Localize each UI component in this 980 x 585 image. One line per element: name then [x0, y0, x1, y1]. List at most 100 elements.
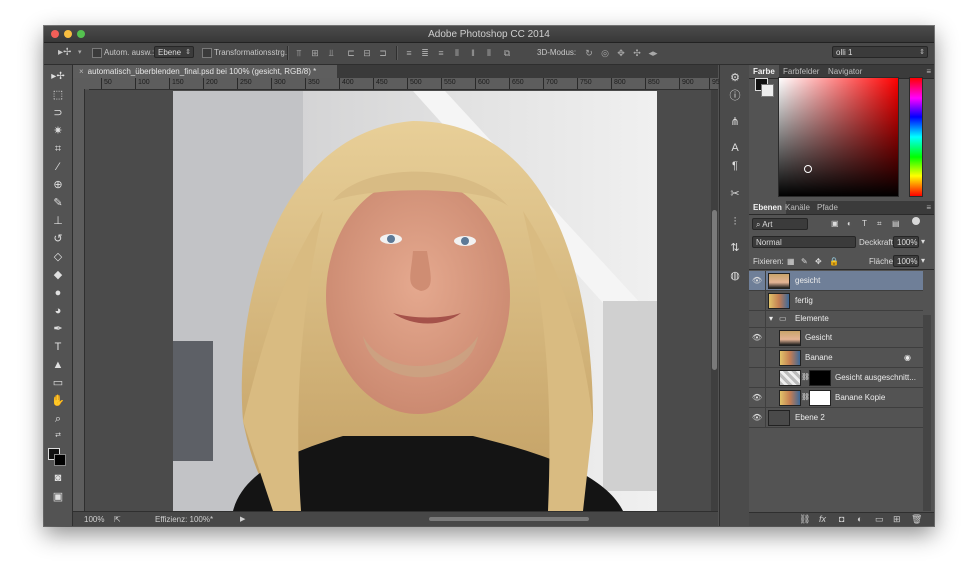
pen-tool-icon[interactable]: ✒ [48, 321, 68, 337]
move-tool-icon[interactable]: ▸✢ [48, 69, 68, 85]
horizontal-scroll-thumb[interactable] [429, 517, 589, 521]
align-hcenter-icon[interactable]: ⊟ [360, 47, 374, 59]
visibility-toggle[interactable] [749, 291, 766, 310]
3d-roll-icon[interactable]: ◎ [598, 47, 612, 59]
color-spectrum-field[interactable] [778, 77, 899, 197]
auto-align-icon[interactable]: ⧉ [500, 47, 514, 59]
magic-wand-tool-icon[interactable]: ✷ [48, 123, 68, 139]
layer-name[interactable]: gesicht [795, 276, 820, 285]
fill-dropdown-arrow-icon[interactable]: ▾ [921, 256, 925, 265]
marquee-tool-icon[interactable]: ⬚ [48, 87, 68, 103]
layer-name[interactable]: Banane [805, 353, 833, 362]
3d-rotate-icon[interactable]: ↻ [582, 47, 596, 59]
info-icon[interactable]: ⓘ [728, 89, 742, 103]
hue-slider[interactable] [909, 77, 923, 197]
tool-presets-icon[interactable]: ✂ [728, 187, 742, 201]
align-left-icon[interactable]: ⊏ [344, 47, 358, 59]
vertical-scroll-thumb[interactable] [712, 210, 717, 370]
3d-slide-icon[interactable]: ✣ [630, 47, 644, 59]
eye-icon[interactable]: 👁 [749, 328, 766, 347]
adjustments-icon[interactable]: ⚙ [728, 71, 742, 85]
shape-tool-icon[interactable]: ▭ [48, 375, 68, 391]
panel-menu-icon[interactable]: ≡ [926, 203, 931, 212]
align-top-icon[interactable]: ⫪ [292, 47, 306, 59]
filter-shape-icon[interactable]: ⌗ [877, 219, 882, 229]
link-layers-icon[interactable]: ⛓ [799, 514, 810, 525]
type-tool-icon[interactable]: T [48, 339, 68, 355]
chevron-down-icon[interactable]: ▾ [78, 47, 82, 59]
distribute-vcenter-icon[interactable]: ≣ [418, 47, 432, 59]
layer-name[interactable]: fertig [795, 296, 813, 305]
trash-icon[interactable]: 🗑 [911, 514, 922, 525]
character-icon[interactable]: A [728, 141, 742, 155]
layer-name[interactable]: Banane Kopie [835, 393, 885, 402]
document-tab[interactable]: × automatisch_überblenden_final.psd bei 1… [73, 65, 338, 78]
layer-filter-dropdown[interactable]: ⌕ Art [752, 218, 808, 230]
layer-row-fertig[interactable]: fertig [749, 291, 923, 311]
distribute-bottom-icon[interactable]: ≡ [434, 47, 448, 59]
layer-row-gesicht-ausgeschnitten[interactable]: ⛓ Gesicht ausgeschnitt... [749, 368, 923, 388]
3d-icon[interactable]: ◍ [728, 269, 742, 283]
layers-scrollbar[interactable] [923, 315, 931, 511]
new-adjustment-layer-icon[interactable]: ◐ [857, 514, 862, 524]
fill-input[interactable]: 100% [893, 255, 919, 267]
layer-row-ebene-2[interactable]: 👁 Ebene 2 [749, 408, 923, 428]
layer-row-gesicht-2[interactable]: 👁 Gesicht [749, 328, 923, 348]
align-right-icon[interactable]: ⊐ [376, 47, 390, 59]
filter-pixel-icon[interactable]: ▣ [831, 219, 839, 228]
layer-style-icon[interactable]: fx [819, 514, 826, 524]
move-tool-preset-icon[interactable]: ▸✢ [58, 47, 71, 59]
paragraph-icon[interactable]: ¶ [728, 159, 742, 173]
screen-mode-icon[interactable]: ▣ [48, 489, 68, 505]
background-color-swatch[interactable] [54, 454, 66, 466]
layer-mask-thumbnail[interactable] [809, 370, 831, 386]
align-vcenter-icon[interactable]: ⊞ [308, 47, 322, 59]
filter-adjustment-icon[interactable]: ◐ [847, 219, 852, 228]
healing-brush-tool-icon[interactable]: ⊕ [48, 177, 68, 193]
filter-toggle-icon[interactable] [912, 217, 920, 225]
history-brush-tool-icon[interactable]: ↺ [48, 231, 68, 247]
color-panel-background-swatch[interactable] [761, 84, 774, 97]
workspace-dropdown[interactable]: olli 1 ⇕ [832, 46, 928, 58]
transform-controls-checkbox[interactable] [202, 48, 212, 58]
visibility-toggle[interactable] [749, 311, 766, 327]
vertical-scrollbar[interactable] [711, 90, 718, 511]
eyedropper-tool-icon[interactable]: ⁄ [48, 159, 68, 175]
filter-smart-object-icon[interactable]: ▤ [892, 219, 900, 228]
eye-icon[interactable]: 👁 [749, 408, 766, 427]
panel-menu-icon[interactable]: ≡ [926, 67, 931, 76]
horizontal-ruler[interactable]: 50 100 150 200 250 300 350 400 450 500 5… [89, 78, 720, 90]
3d-pan-icon[interactable]: ✥ [614, 47, 628, 59]
tab-color[interactable]: Farbe [749, 65, 779, 78]
layer-row-banane-kopie[interactable]: 👁 ⛓ Banane Kopie [749, 388, 923, 408]
brush-presets-icon[interactable]: ⋔ [728, 115, 742, 129]
layer-name[interactable]: Ebene 2 [795, 413, 825, 422]
blend-mode-dropdown[interactable]: Normal [752, 236, 856, 248]
layer-mask-thumbnail[interactable] [809, 390, 831, 406]
ruler-origin[interactable] [73, 78, 89, 89]
auto-select-target-dropdown[interactable]: Ebene ⇕ [154, 46, 194, 58]
clone-stamp-tool-icon[interactable]: ⊥ [48, 213, 68, 229]
layer-name[interactable]: Gesicht ausgeschnitt... [835, 373, 916, 382]
visibility-toggle[interactable] [749, 348, 766, 367]
3d-scale-icon[interactable]: ◂▸ [646, 47, 660, 59]
add-mask-icon[interactable]: ◘ [839, 514, 844, 524]
expand-group-icon[interactable]: ▾ [769, 314, 773, 323]
visibility-toggle[interactable] [749, 368, 766, 387]
document-image[interactable] [173, 91, 657, 511]
properties-icon[interactable]: ⫶ [728, 215, 742, 229]
distribute-right-icon[interactable]: ⦀ [482, 47, 496, 59]
align-bottom-icon[interactable]: ⫫ [324, 47, 338, 59]
canvas-area[interactable] [85, 90, 711, 511]
layer-row-banane[interactable]: Banane ◉ [749, 348, 923, 368]
layer-row-gesicht[interactable]: 👁 gesicht [749, 271, 923, 291]
layer-name[interactable]: Gesicht [805, 333, 832, 342]
swap-colors-icon[interactable]: ⇄ [48, 428, 68, 444]
quick-mask-icon[interactable]: ◙ [48, 470, 68, 486]
brush-tool-icon[interactable]: ✎ [48, 195, 68, 211]
dodge-tool-icon[interactable]: ◕ [48, 303, 68, 319]
lock-pixels-icon[interactable]: ✎ [801, 257, 808, 266]
distribute-top-icon[interactable]: ≡ [402, 47, 416, 59]
lasso-tool-icon[interactable]: ⊃ [48, 105, 68, 121]
paint-bucket-tool-icon[interactable]: ◆ [48, 267, 68, 283]
